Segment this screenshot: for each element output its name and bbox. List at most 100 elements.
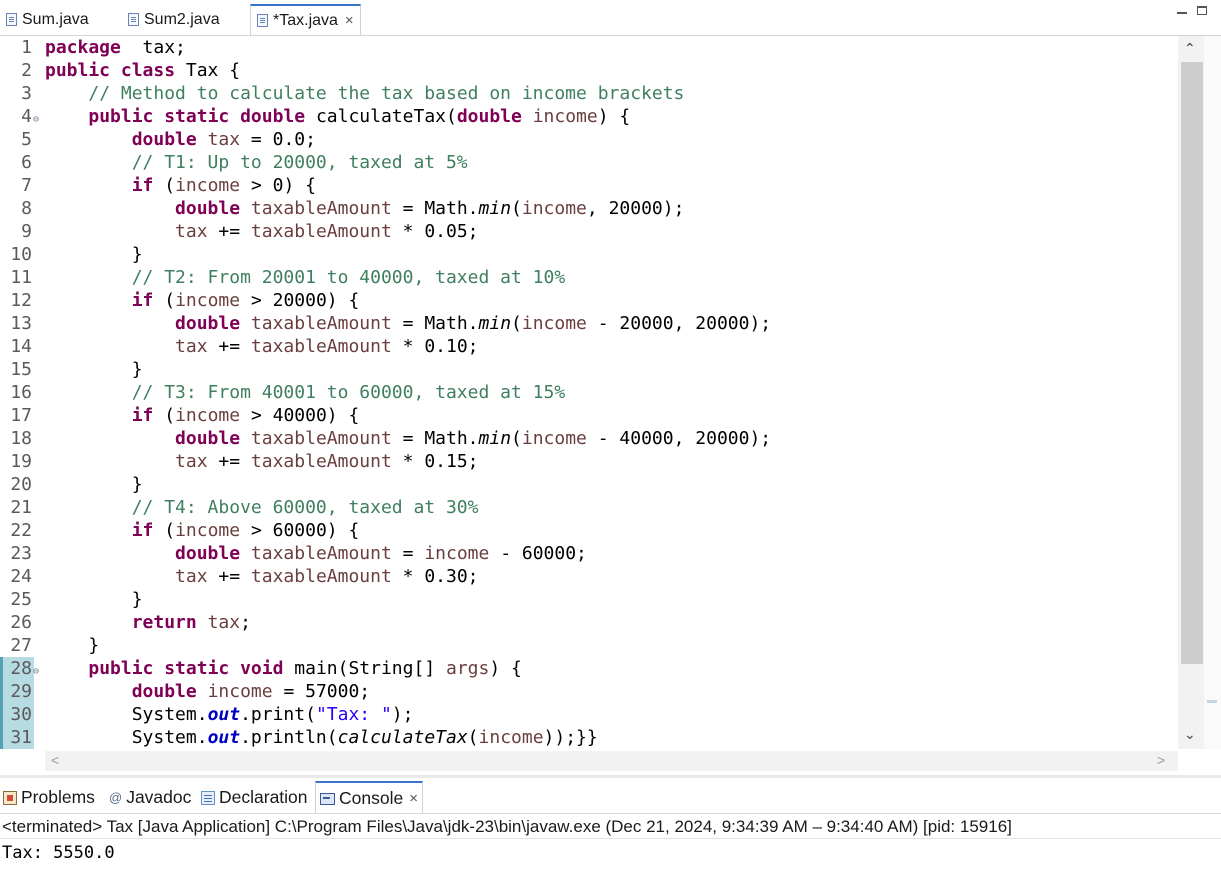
tab-console[interactable]: Console × xyxy=(315,781,423,814)
code-line[interactable]: 22 if (income > 60000) { xyxy=(0,519,1178,542)
line-number: 16 xyxy=(10,382,32,403)
java-file-icon xyxy=(128,13,139,26)
code-line[interactable]: 25 } xyxy=(0,588,1178,611)
tab-problems[interactable]: Problems xyxy=(3,781,95,814)
close-icon[interactable]: × xyxy=(345,12,354,29)
code-line[interactable]: 10 } xyxy=(0,243,1178,266)
tab-declaration[interactable]: Declaration xyxy=(201,781,308,814)
code-token: income xyxy=(532,106,598,127)
line-number: 26 xyxy=(10,612,32,633)
line-number: 6 xyxy=(21,152,32,173)
code-line[interactable]: 15 } xyxy=(0,358,1178,381)
code-line[interactable]: 24 tax += taxableAmount * 0.30; xyxy=(0,565,1178,588)
code-text: double tax = 0.0; xyxy=(45,128,316,151)
tab-label: Problems xyxy=(21,787,95,807)
code-line[interactable]: 29 double income = 57000; xyxy=(0,680,1178,703)
line-number: 21 xyxy=(10,497,32,518)
code-token: * 0.10; xyxy=(391,336,479,357)
close-icon[interactable]: × xyxy=(409,790,418,807)
code-token: public class xyxy=(45,60,176,81)
line-number: 13 xyxy=(10,313,32,334)
code-line[interactable]: 26 return tax; xyxy=(0,611,1178,634)
code-line[interactable]: 27 } xyxy=(0,634,1178,657)
code-token: } xyxy=(45,474,143,495)
code-token: = Math. xyxy=(391,428,479,449)
code-line[interactable]: 9 tax += taxableAmount * 0.05; xyxy=(0,220,1178,243)
tab-sum-java[interactable]: Sum.java xyxy=(0,4,89,35)
code-token: income xyxy=(175,290,241,311)
code-line[interactable]: 30 System.out.print("Tax: "); xyxy=(0,703,1178,726)
code-text: return tax; xyxy=(45,611,251,634)
line-number: 10 xyxy=(10,244,32,265)
scroll-down-icon[interactable]: ⌄ xyxy=(1184,726,1196,743)
line-number: 30 xyxy=(0,703,34,726)
code-text: if (income > 0) { xyxy=(45,174,316,197)
line-number: 12 xyxy=(10,290,32,311)
code-line[interactable]: 3 // Method to calculate the tax based o… xyxy=(0,82,1178,105)
code-token: taxableAmount xyxy=(250,566,392,587)
code-line[interactable]: 11 // T2: From 20001 to 40000, taxed at … xyxy=(0,266,1178,289)
code-line[interactable]: 16 // T3: From 40001 to 60000, taxed at … xyxy=(0,381,1178,404)
code-token: += xyxy=(207,566,251,587)
code-token: ( xyxy=(467,727,479,748)
tab-javadoc[interactable]: @ Javadoc xyxy=(109,781,191,814)
maximize-icon[interactable] xyxy=(1197,6,1207,15)
code-token: taxableAmount xyxy=(250,221,392,242)
code-text: tax += taxableAmount * 0.30; xyxy=(45,565,478,588)
code-token: min xyxy=(478,313,512,334)
code-line[interactable]: 5 double tax = 0.0; xyxy=(0,128,1178,151)
code-line[interactable]: 21 // T4: Above 60000, taxed at 30% xyxy=(0,496,1178,519)
code-editor[interactable]: 1 package tax; 2 public class Tax {3 // Met… xyxy=(0,36,1178,749)
console-output-area[interactable]: Tax: 5550.0 xyxy=(0,840,1221,878)
tab-tax-java[interactable]: *Tax.java × xyxy=(250,4,361,35)
code-line[interactable]: 13 double taxableAmount = Math.min(incom… xyxy=(0,312,1178,335)
code-text: System.out.print("Tax: "); xyxy=(45,703,414,726)
code-line[interactable]: 23 double taxableAmount = income - 60000… xyxy=(0,542,1178,565)
code-line[interactable]: 8 double taxableAmount = Math.min(income… xyxy=(0,197,1178,220)
scroll-left-icon[interactable]: < xyxy=(51,752,59,768)
code-line[interactable]: 7 if (income > 0) { xyxy=(0,174,1178,197)
code-line[interactable]: 6 // T1: Up to 20000, taxed at 5% xyxy=(0,151,1178,174)
code-token: = 0.0; xyxy=(240,129,316,150)
code-line[interactable]: 18 double taxableAmount = Math.min(incom… xyxy=(0,427,1178,450)
code-line[interactable]: 31 System.out.println(calculateTax(incom… xyxy=(0,726,1178,749)
code-token: tax xyxy=(175,566,208,587)
scroll-up-icon[interactable]: ⌃ xyxy=(1184,40,1196,57)
code-line[interactable]: 20 } xyxy=(0,473,1178,496)
vertical-scrollbar-thumb[interactable] xyxy=(1181,62,1203,664)
code-line[interactable]: 19 tax += taxableAmount * 0.15; xyxy=(0,450,1178,473)
code-line[interactable]: 14 tax += taxableAmount * 0.10; xyxy=(0,335,1178,358)
code-token: tax xyxy=(175,451,208,472)
tab-sum2-java[interactable]: Sum2.java xyxy=(122,4,220,35)
overview-ruler-marker[interactable] xyxy=(1207,700,1217,703)
code-text: } xyxy=(45,473,143,496)
code-line[interactable]: 1 package tax; xyxy=(0,36,1178,59)
code-token: income xyxy=(521,313,587,334)
code-token: calculateTax xyxy=(337,727,468,748)
line-number: 11 xyxy=(10,267,32,288)
code-token: ) { xyxy=(489,658,522,679)
line-number: 15 xyxy=(10,359,32,380)
code-line[interactable]: 2 public class Tax { xyxy=(0,59,1178,82)
console-process-status: <terminated> Tax [Java Application] C:\P… xyxy=(0,815,1221,839)
code-line[interactable]: 4 ⊖ public static double calculateTax(dou… xyxy=(0,105,1178,128)
minimize-icon[interactable] xyxy=(1177,12,1187,14)
code-token: double xyxy=(175,543,241,564)
overview-ruler xyxy=(1204,36,1221,749)
scroll-right-icon[interactable]: > xyxy=(1157,752,1165,768)
horizontal-scrollbar[interactable] xyxy=(45,751,1178,771)
code-token: * 0.15; xyxy=(391,451,479,472)
code-token: min xyxy=(478,198,512,219)
code-line[interactable]: 12 if (income > 20000) { xyxy=(0,289,1178,312)
java-file-icon xyxy=(257,14,268,27)
code-line[interactable]: 17 if (income > 40000) { xyxy=(0,404,1178,427)
code-line[interactable]: 28 ⊖ public static void main(String[] arg… xyxy=(0,657,1178,680)
